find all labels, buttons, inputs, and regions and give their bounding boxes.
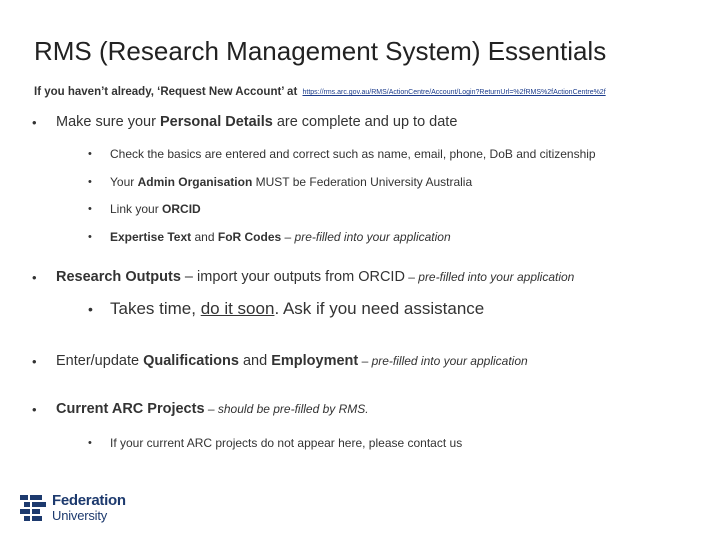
bullet-marker: • (32, 115, 37, 130)
rms-login-link[interactable]: https://rms.arc.gov.au/RMS/ActionCentre/… (303, 89, 606, 96)
sub-bullet-basics: • Check the basics are entered and corre… (88, 147, 596, 161)
logo-text-federation: Federation (52, 492, 126, 509)
bullet-qualifications: • Enter/update Qualifications and Employ… (32, 353, 528, 369)
bullet-marker: • (32, 270, 37, 285)
federation-logo-mark-icon (20, 495, 46, 521)
bullet-marker: • (88, 176, 92, 188)
bullet-arc-projects: • Current ARC Projects – should be pre-f… (32, 401, 369, 417)
federation-university-logo: Federation University (20, 492, 130, 524)
sub-bullet-orcid: • Link your ORCID (88, 202, 201, 216)
slide-title: RMS (Research Management System) Essenti… (34, 36, 607, 66)
sub-bullet-expertise: • Expertise Text and FoR Codes – pre-fil… (88, 230, 451, 244)
bullet-marker: • (88, 301, 93, 317)
bullet-marker: • (32, 402, 37, 417)
sub-bullet-contact-us: • If your current ARC projects do not ap… (88, 436, 463, 450)
bullet-research-outputs: • Research Outputs – import your outputs… (32, 269, 575, 285)
sub-bullet-takes-time: • Takes time, do it soon. Ask if you nee… (88, 299, 485, 318)
bullet-marker: • (88, 203, 92, 215)
bullet-marker: • (88, 231, 92, 243)
logo-text-university: University (52, 508, 108, 523)
bullet-marker: • (88, 437, 92, 449)
bullet-marker: • (32, 354, 37, 369)
intro-text: If you haven’t already, ‘Request New Acc… (34, 86, 298, 98)
bullet-marker: • (88, 148, 92, 160)
sub-bullet-admin-org: • Your Admin Organisation MUST be Federa… (88, 175, 473, 189)
bullet-personal-details: • Make sure your Personal Details are co… (32, 114, 458, 130)
intro-line: If you haven’t already, ‘Request New Acc… (34, 86, 606, 98)
personal-details-label: Personal Details (159, 114, 273, 130)
